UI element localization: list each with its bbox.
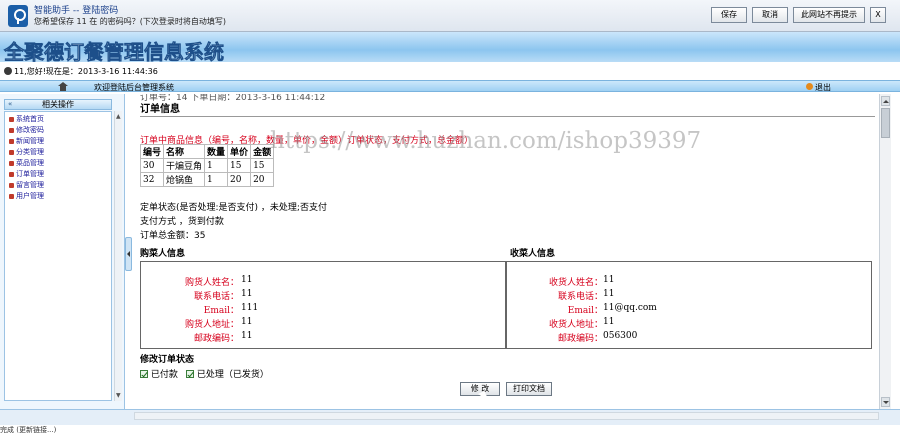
scroll-down-icon[interactable] bbox=[881, 397, 890, 407]
user-info-bar: 11,您好!现在是：2013-3-16 11:44:36 bbox=[0, 62, 900, 80]
col-header: 数量 bbox=[204, 144, 229, 159]
sidebar: « 相关操作 系统首页 修改密码 新闻管理 分类管理 菜品管理 订单管理 留言管… bbox=[0, 94, 125, 409]
table-cell: 炝锅鱼 bbox=[163, 172, 206, 187]
table-cell: 30 bbox=[139, 158, 165, 173]
buyer-info-box: 购货人姓名： 11 联系电话： 11 Email： 111 购货人地址： 11 … bbox=[140, 261, 506, 349]
table-row: 30 干煸豆角 1 15 15 bbox=[139, 158, 275, 173]
receiver-info-title: 收菜人信息 bbox=[510, 249, 556, 259]
welcome-text: 欢迎登陆后台管理系统 bbox=[94, 83, 174, 92]
col-header: 名称 bbox=[163, 144, 206, 159]
user-icon bbox=[4, 67, 12, 75]
sidebar-scrollbar[interactable]: ▲ ▼ bbox=[114, 111, 122, 401]
logout-link[interactable]: 退出 bbox=[815, 82, 831, 93]
sidebar-collapse-toggle[interactable] bbox=[125, 237, 132, 271]
sidebar-menu: 系统首页 修改密码 新闻管理 分类管理 菜品管理 订单管理 留言管理 用户管理 bbox=[4, 111, 112, 401]
table-cell: 1 bbox=[204, 158, 229, 173]
order-total-line: 订单总金额：35 bbox=[140, 231, 206, 241]
nav-bar: 欢迎登陆后台管理系统 退出 bbox=[0, 80, 900, 92]
table-cell: 1 bbox=[204, 172, 229, 187]
sidebar-item-dishes[interactable]: 菜品管理 bbox=[9, 158, 44, 168]
user-info-text: 11,您好!现在是：2013-3-16 11:44:36 bbox=[14, 67, 158, 76]
col-header: 单价 bbox=[227, 144, 252, 159]
col-header: 编号 bbox=[139, 144, 165, 159]
print-button[interactable]: 打印文档 bbox=[506, 382, 552, 396]
home-icon[interactable] bbox=[58, 82, 68, 91]
order-status-line: 定单状态(是否处理:是否支付) ，未处理;否支付 bbox=[140, 203, 327, 213]
app-title: 全聚德订餐管理信息系统 bbox=[4, 40, 225, 65]
buyer-info-title: 购菜人信息 bbox=[140, 249, 186, 259]
goods-table: 编号 名称 数量 单价 金额 30 干煸豆角 1 15 15 32 炝锅鱼 1 … bbox=[139, 144, 275, 187]
table-cell: 20 bbox=[250, 172, 275, 187]
sidebar-item-orders[interactable]: 订单管理 bbox=[9, 169, 44, 179]
sidebar-item-users[interactable]: 用户管理 bbox=[9, 191, 44, 201]
table-cell: 15 bbox=[250, 158, 275, 173]
receiver-info-box: 收货人姓名： 11 联系电话： 11 Email： 11@qq.com 收货人地… bbox=[506, 261, 872, 349]
never-prompt-button[interactable]: 此网站不再提示 bbox=[793, 7, 865, 23]
logout-icon[interactable] bbox=[806, 83, 813, 90]
table-cell: 20 bbox=[227, 172, 252, 187]
sidebar-item-home[interactable]: 系统首页 bbox=[9, 114, 44, 124]
table-cell: 32 bbox=[139, 172, 165, 187]
table-header-row: 编号 名称 数量 单价 金额 bbox=[139, 144, 275, 159]
sidebar-header: « 相关操作 bbox=[4, 99, 112, 110]
table-cell: 15 bbox=[227, 158, 252, 173]
main-vertical-scrollbar[interactable] bbox=[879, 94, 891, 409]
scroll-up-icon[interactable]: ▲ bbox=[116, 113, 121, 120]
order-info-title: 订单信息 bbox=[140, 104, 180, 115]
scroll-thumb[interactable] bbox=[881, 108, 890, 138]
scroll-up-icon[interactable] bbox=[881, 96, 890, 106]
password-bar-prompt: 您希望保存 11 在 的密码吗？(下次登录时将自动填写) bbox=[34, 17, 227, 26]
sidebar-item-categories[interactable]: 分类管理 bbox=[9, 147, 44, 157]
checkbox-checked-icon[interactable] bbox=[140, 370, 148, 378]
modify-status-title: 修改订单状态 bbox=[140, 355, 195, 365]
payment-method-line: 支付方式 ，货到付款 bbox=[140, 217, 224, 227]
password-bar-title: 智能助手 -- 登陆密码 bbox=[34, 6, 119, 16]
horizontal-scrollbar[interactable] bbox=[134, 412, 879, 420]
key-icon bbox=[8, 5, 28, 27]
paid-checkbox[interactable]: 已付款 bbox=[140, 367, 178, 380]
main-content: 订单号：14 下单日期：2013-3-16 11:44:12 订单信息 订单中商… bbox=[134, 94, 879, 409]
chevron-up-icon[interactable]: « bbox=[8, 100, 12, 109]
col-header: 金额 bbox=[250, 144, 275, 159]
app-banner: 全聚德订餐管理信息系统 bbox=[0, 32, 900, 65]
sidebar-item-messages[interactable]: 留言管理 bbox=[9, 180, 44, 190]
close-bar-button[interactable]: X bbox=[870, 7, 886, 23]
table-row: 32 炝锅鱼 1 20 20 bbox=[139, 172, 275, 187]
password-save-bar: 智能助手 -- 登陆密码 您希望保存 11 在 的密码吗？(下次登录时将自动填写… bbox=[0, 0, 900, 32]
browser-status-bar: 完成 (更新链接...) bbox=[0, 425, 900, 433]
sidebar-item-news[interactable]: 新闻管理 bbox=[9, 136, 44, 146]
table-cell: 干煸豆角 bbox=[163, 158, 206, 173]
checkbox-checked-icon[interactable] bbox=[186, 370, 194, 378]
sidebar-item-change-password[interactable]: 修改密码 bbox=[9, 125, 44, 135]
processed-checkbox[interactable]: 已处理（已发货） bbox=[186, 367, 269, 380]
cancel-password-button[interactable]: 取消 bbox=[752, 7, 788, 23]
save-password-button[interactable]: 保存 bbox=[711, 7, 747, 23]
divider bbox=[140, 116, 875, 117]
scroll-down-icon[interactable]: ▼ bbox=[116, 392, 121, 399]
